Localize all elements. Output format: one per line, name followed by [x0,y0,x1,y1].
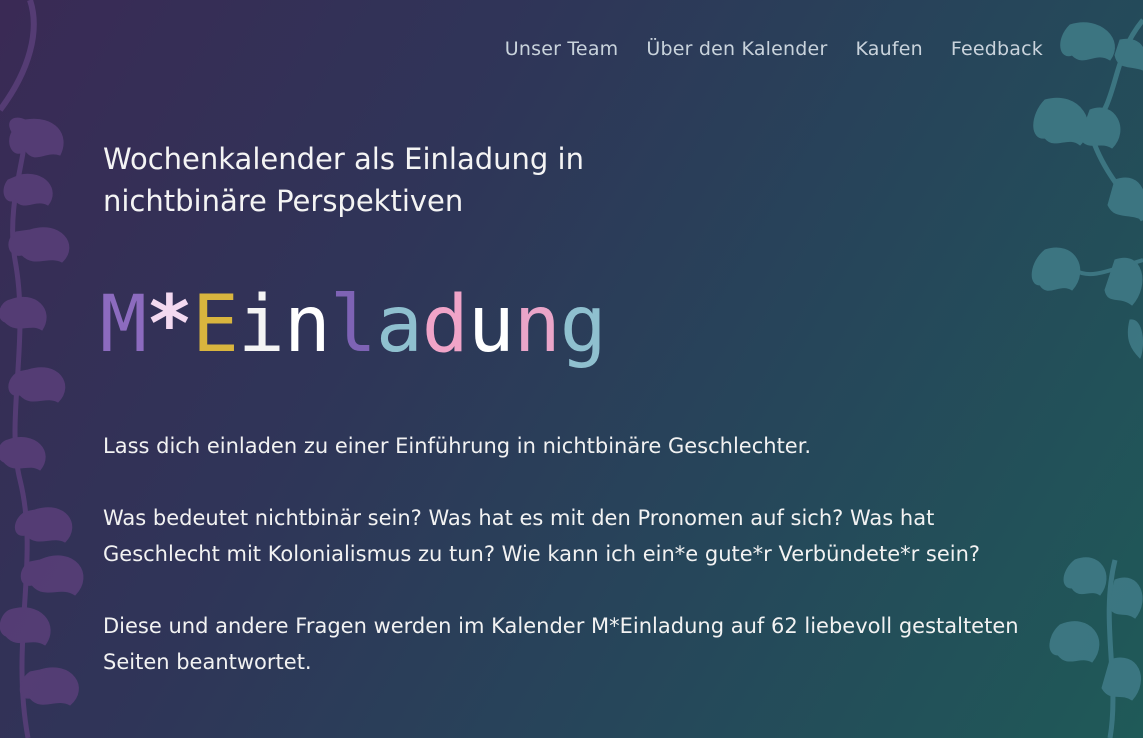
logo-letter: d [421,280,469,370]
intro-paragraph-3: Diese und andere Fragen werden im Kalend… [103,614,1019,674]
logo-letter: M [100,280,147,370]
nav-link-ueber-den-kalender[interactable]: Über den Kalender [646,38,827,60]
m-einladung-logo: M*Einladung [100,280,607,370]
logo-letter: n [513,280,561,370]
nav-link-kaufen[interactable]: Kaufen [855,38,922,60]
hero-tagline: Wochenkalender als Einladung in nichtbin… [103,142,584,218]
intro-paragraph-1: Lass dich einladen zu einer Einführung i… [103,434,812,458]
logo-asterisk: * [145,280,193,370]
main-navigation: Unser Team Über den Kalender Kaufen Feed… [505,38,1043,60]
logo-letter: u [467,280,515,370]
logo-letter: n [283,280,331,370]
intro-content: Lass dich einladen zu einer Einführung i… [103,428,1023,716]
logo-letter: a [375,280,423,370]
logo-letter: i [237,280,285,370]
nav-link-unser-team[interactable]: Unser Team [505,38,619,60]
left-vine-decoration [0,0,84,738]
logo-letter: g [559,280,607,370]
intro-paragraph-2: Was bedeutet nichtbinär sein? Was hat es… [103,506,981,566]
nav-link-feedback[interactable]: Feedback [951,38,1043,60]
logo-letter: E [191,280,239,370]
right-vine-decoration [1031,18,1143,738]
logo-letter: l [329,280,377,370]
